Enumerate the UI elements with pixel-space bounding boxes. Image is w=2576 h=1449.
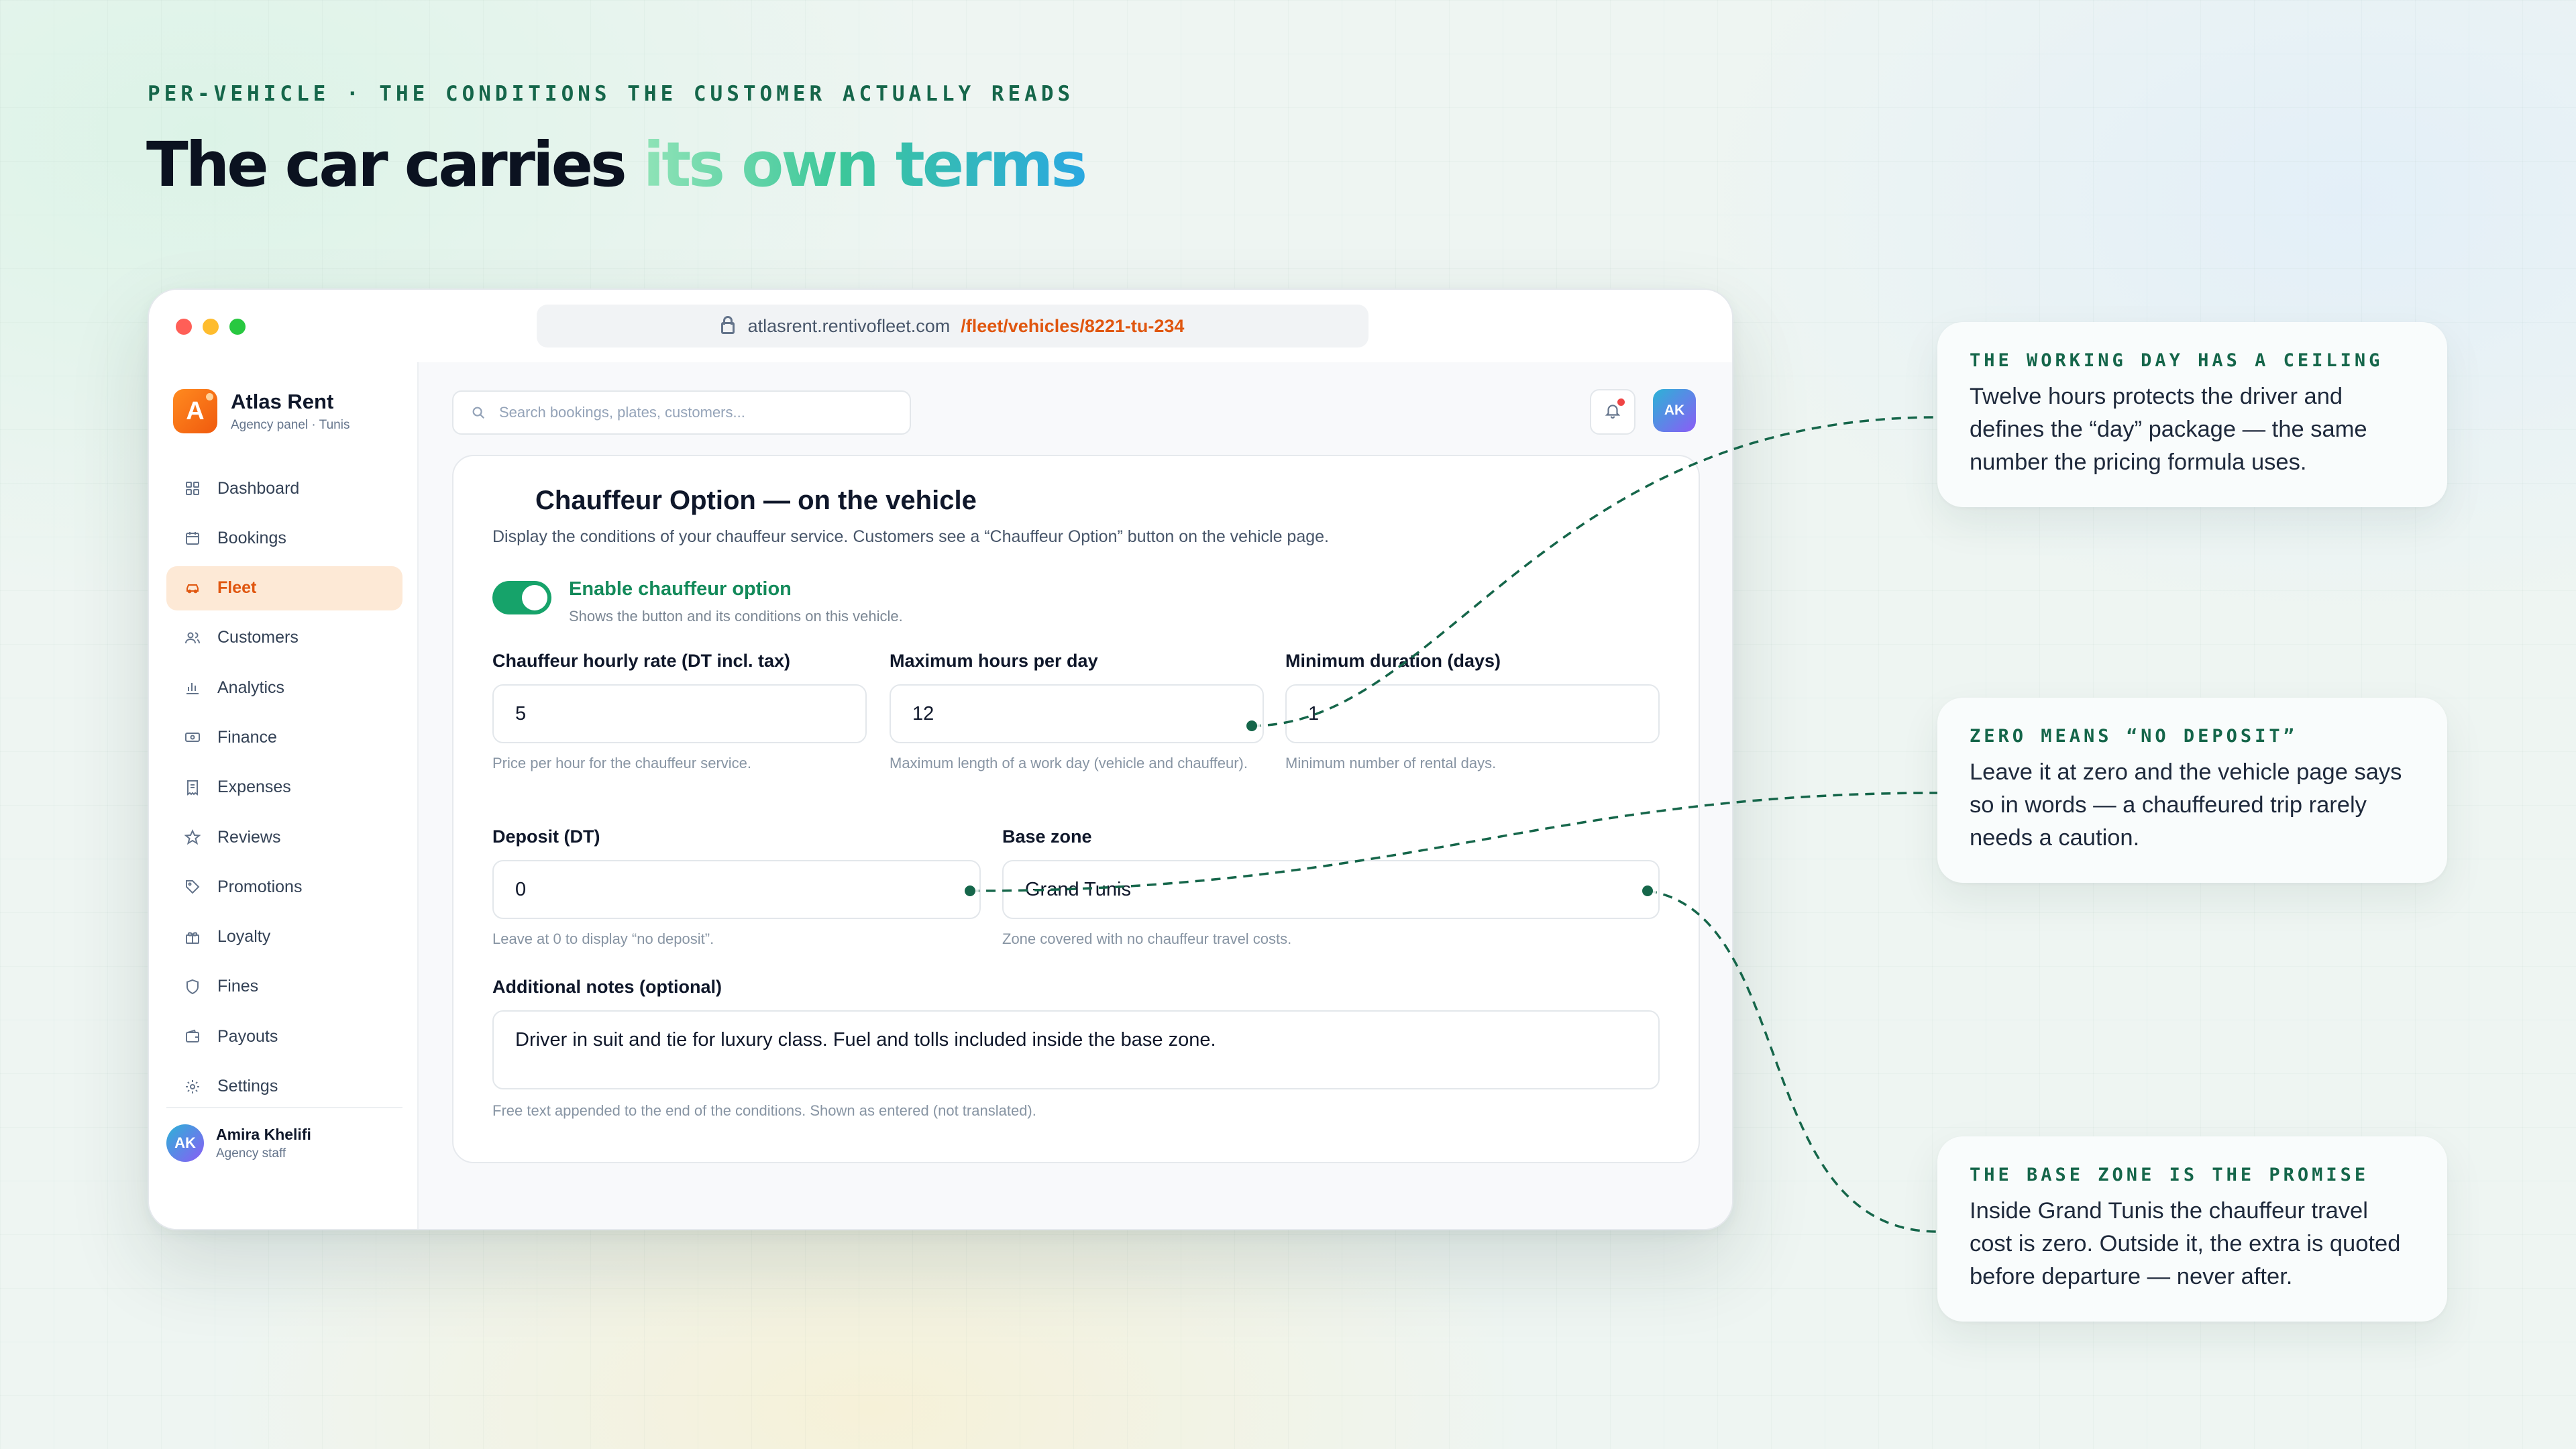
connector-base-zone	[1647, 890, 1938, 1233]
annotation-title: THE BASE ZONE IS THE PROMISE	[1970, 1165, 2369, 1185]
annotation-body: Inside Grand Tunis the chauffeur travel …	[1970, 1198, 2401, 1289]
annotation-title: THE WORKING DAY HAS A CEILING	[1970, 350, 2383, 371]
connector-dot-max-hours-core	[1246, 720, 1257, 731]
annotation-body: Leave it at zero and the vehicle page sa…	[1970, 759, 2402, 851]
annotation-title: ZERO MEANS “NO DEPOSIT”	[1970, 726, 2298, 747]
connector-dot-deposit-core	[965, 885, 975, 896]
connector-dot-base-zone-core	[1642, 885, 1653, 896]
annotation-body: Twelve hours protects the driver and def…	[1970, 384, 2367, 475]
connector-max-hours	[1251, 416, 1938, 727]
annotation-base-zone: THE BASE ZONE IS THE PROMISE Inside Gran…	[1937, 1136, 2447, 1322]
annotation-deposit: ZERO MEANS “NO DEPOSIT” Leave it at zero…	[1937, 698, 2447, 883]
annotation-working-day: THE WORKING DAY HAS A CEILING Twelve hou…	[1937, 322, 2447, 507]
connector-deposit	[969, 792, 1938, 892]
